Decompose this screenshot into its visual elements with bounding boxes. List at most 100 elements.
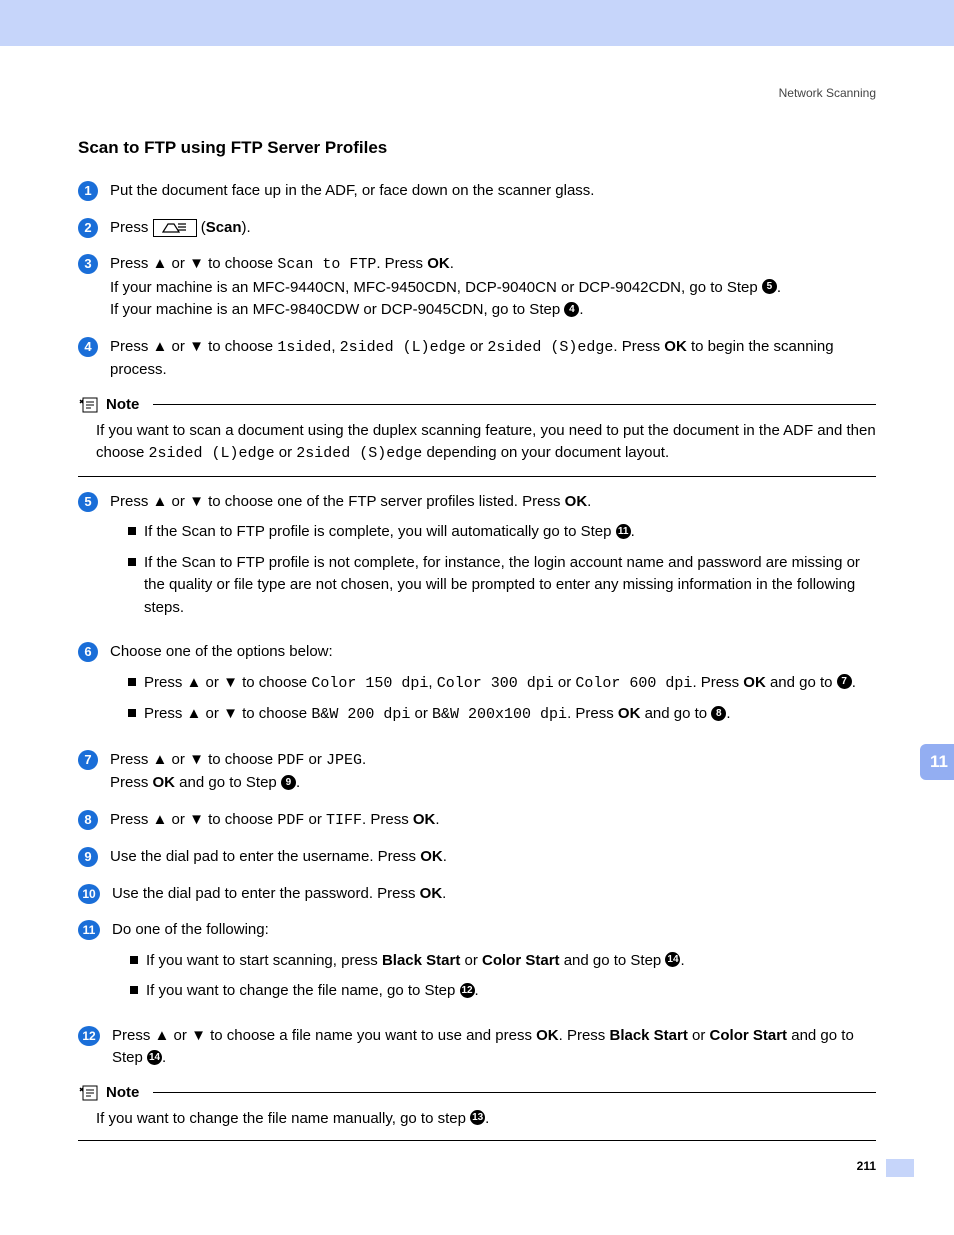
code: Color 600 dpi: [575, 675, 692, 692]
t: to choose: [238, 705, 311, 722]
ref-12-badge: 12: [460, 983, 475, 998]
down-arrow-icon: ▼: [189, 338, 204, 355]
color-start: Color Start: [482, 952, 560, 969]
t: .: [680, 952, 684, 969]
t: or: [554, 674, 576, 691]
down-arrow-icon: ▼: [223, 674, 238, 691]
step-12-badge: 12: [78, 1026, 100, 1046]
t: Press: [112, 1027, 155, 1044]
ref-14-badge: 14: [665, 952, 680, 967]
ok: OK: [153, 774, 176, 791]
ref-9-badge: 9: [281, 775, 296, 790]
t: Choose one of the options below:: [110, 643, 333, 660]
t: If you want to start scanning, press: [146, 952, 382, 969]
t: or: [169, 1027, 191, 1044]
bullet-icon: [130, 956, 138, 964]
bullet-icon: [130, 986, 138, 994]
code: Scan to FTP: [277, 256, 376, 273]
up-arrow-icon: ▲: [153, 255, 168, 272]
t: .: [450, 255, 454, 272]
note-2-rule: [153, 1092, 876, 1093]
t: Do one of the following:: [112, 921, 269, 938]
t: or: [688, 1027, 710, 1044]
t: .: [362, 751, 366, 768]
down-arrow-icon: ▼: [223, 705, 238, 722]
bullet-icon: [128, 558, 136, 566]
t: . Press: [559, 1027, 610, 1044]
t: .: [726, 705, 730, 722]
t: If your machine is an MFC-9840CDW or DCP…: [110, 301, 564, 318]
ok: OK: [427, 255, 450, 272]
step-2-pre: Press: [110, 219, 153, 236]
step-9-badge: 9: [78, 847, 98, 867]
t: and go to Step: [175, 774, 281, 791]
step-10: 10 Use the dial pad to enter the passwor…: [78, 883, 876, 906]
ref-13-badge: 13: [470, 1110, 485, 1125]
t: . Press: [376, 255, 427, 272]
step-6-bullet-2: Press ▲ or ▼ to choose B&W 200 dpi or B&…: [128, 703, 876, 727]
t: Use the dial pad to enter the username. …: [110, 848, 420, 865]
step-7: 7 Press ▲ or ▼ to choose PDF or JPEG. Pr…: [78, 749, 876, 795]
t: Press: [110, 338, 153, 355]
t: .: [162, 1049, 166, 1066]
ok: OK: [420, 885, 443, 902]
code: 2sided (L)edge: [149, 445, 275, 462]
note-1: Note If you want to scan a document usin…: [78, 396, 876, 477]
ref-8-badge: 8: [711, 706, 726, 721]
page-content: Network Scanning Scan to FTP using FTP S…: [0, 46, 954, 1195]
t: to choose a file name you want to use an…: [206, 1027, 536, 1044]
black-start: Black Start: [609, 1027, 687, 1044]
t: or: [167, 255, 189, 272]
step-5: 5 Press ▲ or ▼ to choose one of the FTP …: [78, 491, 876, 628]
t: If your machine is an MFC-9440CN, MFC-94…: [110, 279, 762, 296]
t: to choose: [204, 751, 277, 768]
code: 2sided (S)edge: [296, 445, 422, 462]
note-1-body: If you want to scan a document using the…: [96, 420, 876, 466]
scan-key-icon: [153, 219, 197, 237]
step-6-badge: 6: [78, 642, 98, 662]
up-arrow-icon: ▲: [153, 338, 168, 355]
t: Press: [110, 493, 153, 510]
code: Color 300 dpi: [437, 675, 554, 692]
code: Color 150 dpi: [311, 675, 428, 692]
step-4: 4 Press ▲ or ▼ to choose 1sided, 2sided …: [78, 336, 876, 382]
t: .: [443, 848, 447, 865]
up-arrow-icon: ▲: [187, 674, 202, 691]
note-icon: [78, 396, 100, 414]
t: . Press: [613, 338, 664, 355]
ok: OK: [618, 705, 641, 722]
t: Press: [110, 751, 153, 768]
t: If you want to change the file name, go …: [146, 982, 460, 999]
ref-14-badge: 14: [147, 1050, 162, 1065]
up-arrow-icon: ▲: [153, 811, 168, 828]
code: 2sided (S)edge: [487, 339, 613, 356]
t: or: [466, 338, 488, 355]
up-arrow-icon: ▲: [187, 705, 202, 722]
step-8-badge: 8: [78, 810, 98, 830]
t: or: [167, 751, 189, 768]
t: .: [777, 279, 781, 296]
scan-label: Scan: [206, 219, 242, 236]
step-11-badge: 11: [78, 920, 100, 940]
step-11-bullet-2: If you want to change the file name, go …: [130, 980, 876, 1003]
down-arrow-icon: ▼: [189, 811, 204, 828]
t: .: [631, 523, 635, 540]
step-1: 1 Put the document face up in the ADF, o…: [78, 180, 876, 203]
step-8: 8 Press ▲ or ▼ to choose PDF or TIFF. Pr…: [78, 809, 876, 833]
t: or: [275, 444, 297, 461]
t: ,: [331, 338, 339, 355]
ref-7-badge: 7: [837, 674, 852, 689]
note-2-title: Note: [106, 1084, 139, 1101]
t: and go to: [640, 705, 711, 722]
section-header: Network Scanning: [78, 86, 876, 100]
step-5-bullet-1: If the Scan to FTP profile is complete, …: [128, 521, 876, 544]
t: or: [304, 811, 326, 828]
bullet-icon: [128, 527, 136, 535]
ref-4-badge: 4: [564, 302, 579, 317]
step-12: 12 Press ▲ or ▼ to choose a file name yo…: [78, 1025, 876, 1070]
step-6: 6 Choose one of the options below: Press…: [78, 641, 876, 735]
step-5-badge: 5: [78, 492, 98, 512]
note-2-bottom-rule: [78, 1140, 876, 1141]
t: or: [201, 705, 223, 722]
black-start: Black Start: [382, 952, 460, 969]
